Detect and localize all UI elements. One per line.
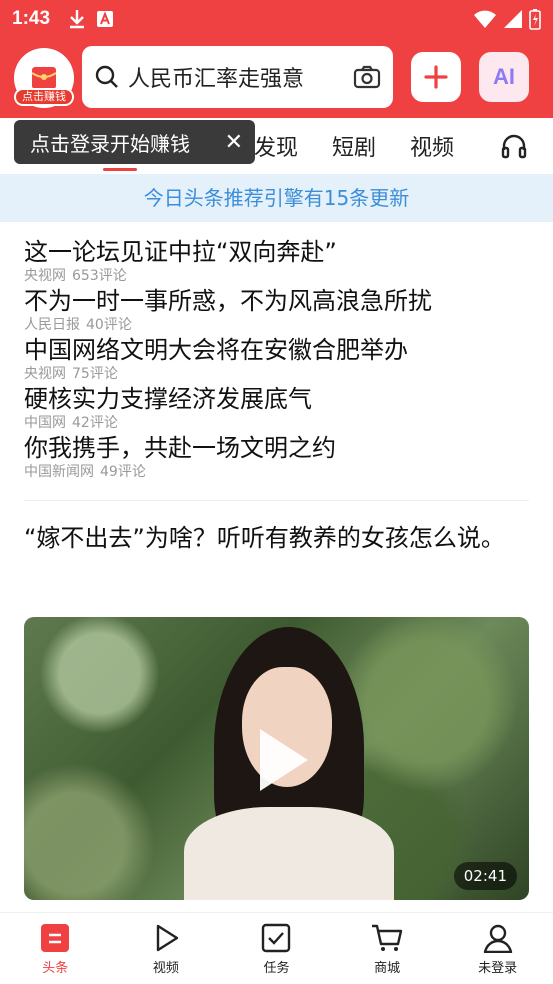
news-comments: 42评论 — [72, 415, 118, 431]
app-notification-icon — [97, 11, 114, 27]
tab-video[interactable]: 视频 — [410, 130, 454, 162]
news-meta: 中国新闻网 49评论 — [24, 464, 529, 480]
wifi-icon — [474, 10, 496, 28]
close-icon[interactable]: ✕ — [225, 130, 243, 155]
news-title: 你我携手，共赴一场文明之约 — [24, 434, 336, 462]
news-comments: 40评论 — [86, 317, 132, 333]
nav-profile[interactable]: 未登录 — [442, 913, 553, 984]
play-icon[interactable] — [252, 725, 312, 795]
login-tooltip[interactable]: 点击登录开始赚钱 ✕ — [14, 120, 255, 164]
search-bar[interactable]: 人民币汇率走强意 — [82, 46, 393, 108]
news-meta: 央视网 653评论 — [24, 268, 529, 284]
search-icon — [95, 65, 118, 88]
user-icon — [483, 924, 512, 953]
login-tooltip-text: 点击登录开始赚钱 — [30, 131, 190, 156]
battery-icon — [529, 9, 541, 30]
news-comments: 75评论 — [72, 366, 118, 382]
headphones-icon[interactable] — [500, 132, 528, 160]
earn-money-badge: 点击赚钱 — [14, 88, 74, 106]
download-icon — [70, 10, 85, 29]
list-item[interactable]: 你我携手，共赴一场文明之约 中国新闻网 49评论 — [24, 432, 529, 481]
ai-assistant-button[interactable]: AI — [479, 52, 529, 102]
news-source: 央视网 — [24, 366, 66, 382]
news-title: 中国网络文明大会将在安徽合肥举办 — [24, 336, 408, 364]
divider — [24, 500, 529, 501]
search-input-text[interactable]: 人民币汇率走强意 — [128, 61, 353, 93]
news-source: 央视网 — [24, 268, 66, 284]
nav-video[interactable]: 视频 — [111, 913, 222, 984]
news-source: 中国新闻网 — [24, 464, 94, 480]
top-header: 点击赚钱 人民币汇率走强意 AI — [0, 38, 553, 118]
list-item[interactable]: 中国网络文明大会将在安徽合肥举办 央视网 75评论 — [24, 334, 529, 383]
plus-icon — [424, 65, 448, 89]
article-title[interactable]: “嫁不出去”为啥？听听有教养的女孩怎么说。 — [24, 518, 529, 558]
list-item[interactable]: 这一论坛见证中拉“双向奔赴” 央视网 653评论 — [24, 236, 529, 285]
list-item[interactable]: 硬核实力支撑经济发展底气 中国网 42评论 — [24, 383, 529, 432]
news-title: 硬核实力支撑经济发展底气 — [24, 385, 312, 413]
news-comments: 49评论 — [100, 464, 146, 480]
nav-label: 视频 — [152, 961, 179, 976]
video-duration: 02:41 — [453, 862, 517, 890]
news-comments: 653评论 — [72, 268, 127, 284]
news-source: 中国网 — [24, 415, 66, 431]
video-thumbnail[interactable]: 02:41 — [24, 617, 529, 900]
task-check-icon — [262, 923, 291, 953]
signal-icon — [504, 10, 522, 28]
news-meta: 央视网 75评论 — [24, 366, 529, 382]
nav-label: 商城 — [374, 961, 401, 976]
camera-icon[interactable] — [353, 64, 381, 90]
news-title: 不为一时一事所惑，不为风高浪急所扰 — [24, 287, 432, 315]
bottom-nav: 头条 视频 任务 商城 未登录 — [0, 912, 553, 984]
status-time: 1:43 — [12, 8, 51, 29]
cart-icon — [372, 924, 403, 951]
nav-headlines[interactable]: 头条 — [0, 913, 111, 984]
nav-label: 未登录 — [478, 961, 518, 976]
active-tab-indicator — [103, 168, 137, 171]
list-item[interactable]: 不为一时一事所惑，不为风高浪急所扰 人民日报 40评论 — [24, 285, 529, 334]
nav-label: 头条 — [42, 961, 69, 976]
news-source: 人民日报 — [24, 317, 80, 333]
news-meta: 人民日报 40评论 — [24, 317, 529, 333]
news-meta: 中国网 42评论 — [24, 415, 529, 431]
update-banner[interactable]: 今日头条推荐引擎有15条更新 — [0, 174, 553, 222]
news-title: 这一论坛见证中拉“双向奔赴” — [24, 238, 337, 266]
status-bar: 1:43 — [0, 0, 553, 38]
nav-tasks[interactable]: 任务 — [221, 913, 332, 984]
tab-short-drama[interactable]: 短剧 — [332, 130, 376, 162]
headlines-icon — [41, 924, 70, 952]
nav-label: 任务 — [263, 961, 290, 976]
app-screen: 1:43 点击赚钱 人民币汇率走强意 AI 发现 短剧 视频 点击登录开始赚钱 … — [0, 0, 553, 984]
top-news-list: 这一论坛见证中拉“双向奔赴” 央视网 653评论 不为一时一事所惑，不为风高浪急所… — [24, 236, 529, 481]
publish-button[interactable] — [411, 52, 461, 102]
play-outline-icon — [156, 924, 179, 952]
tab-discover[interactable]: 发现 — [254, 130, 298, 162]
nav-mall[interactable]: 商城 — [332, 913, 443, 984]
